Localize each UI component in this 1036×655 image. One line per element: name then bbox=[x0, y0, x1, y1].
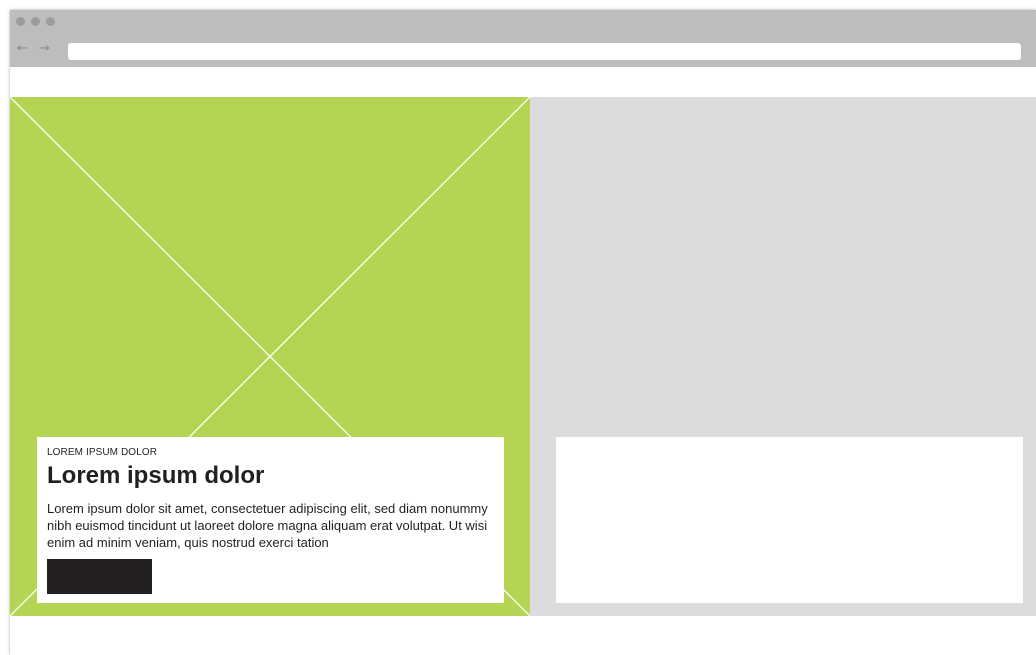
card-eyebrow: LOREM IPSUM DOLOR bbox=[47, 447, 158, 458]
arrow-left-icon[interactable]: ← bbox=[17, 42, 28, 56]
browser-window: ← → LOREM IPSUM DOLOR Lorem ipsum dolor … bbox=[10, 10, 1036, 655]
window-close-button[interactable] bbox=[16, 17, 25, 26]
browser-chrome: ← → bbox=[10, 10, 1036, 67]
address-bar[interactable] bbox=[68, 43, 1021, 60]
feature-card: LOREM IPSUM DOLOR Lorem ipsum dolor Lore… bbox=[37, 437, 504, 603]
window-minimize-button[interactable] bbox=[31, 17, 40, 26]
card-body-text: Lorem ipsum dolor sit amet, consectetuer… bbox=[47, 501, 488, 550]
card-title: Lorem ipsum dolor bbox=[47, 462, 265, 489]
arrow-right-icon[interactable]: → bbox=[39, 42, 50, 56]
card-cta-button[interactable] bbox=[47, 559, 152, 594]
window-maximize-button[interactable] bbox=[46, 17, 55, 26]
secondary-card bbox=[556, 437, 1023, 603]
